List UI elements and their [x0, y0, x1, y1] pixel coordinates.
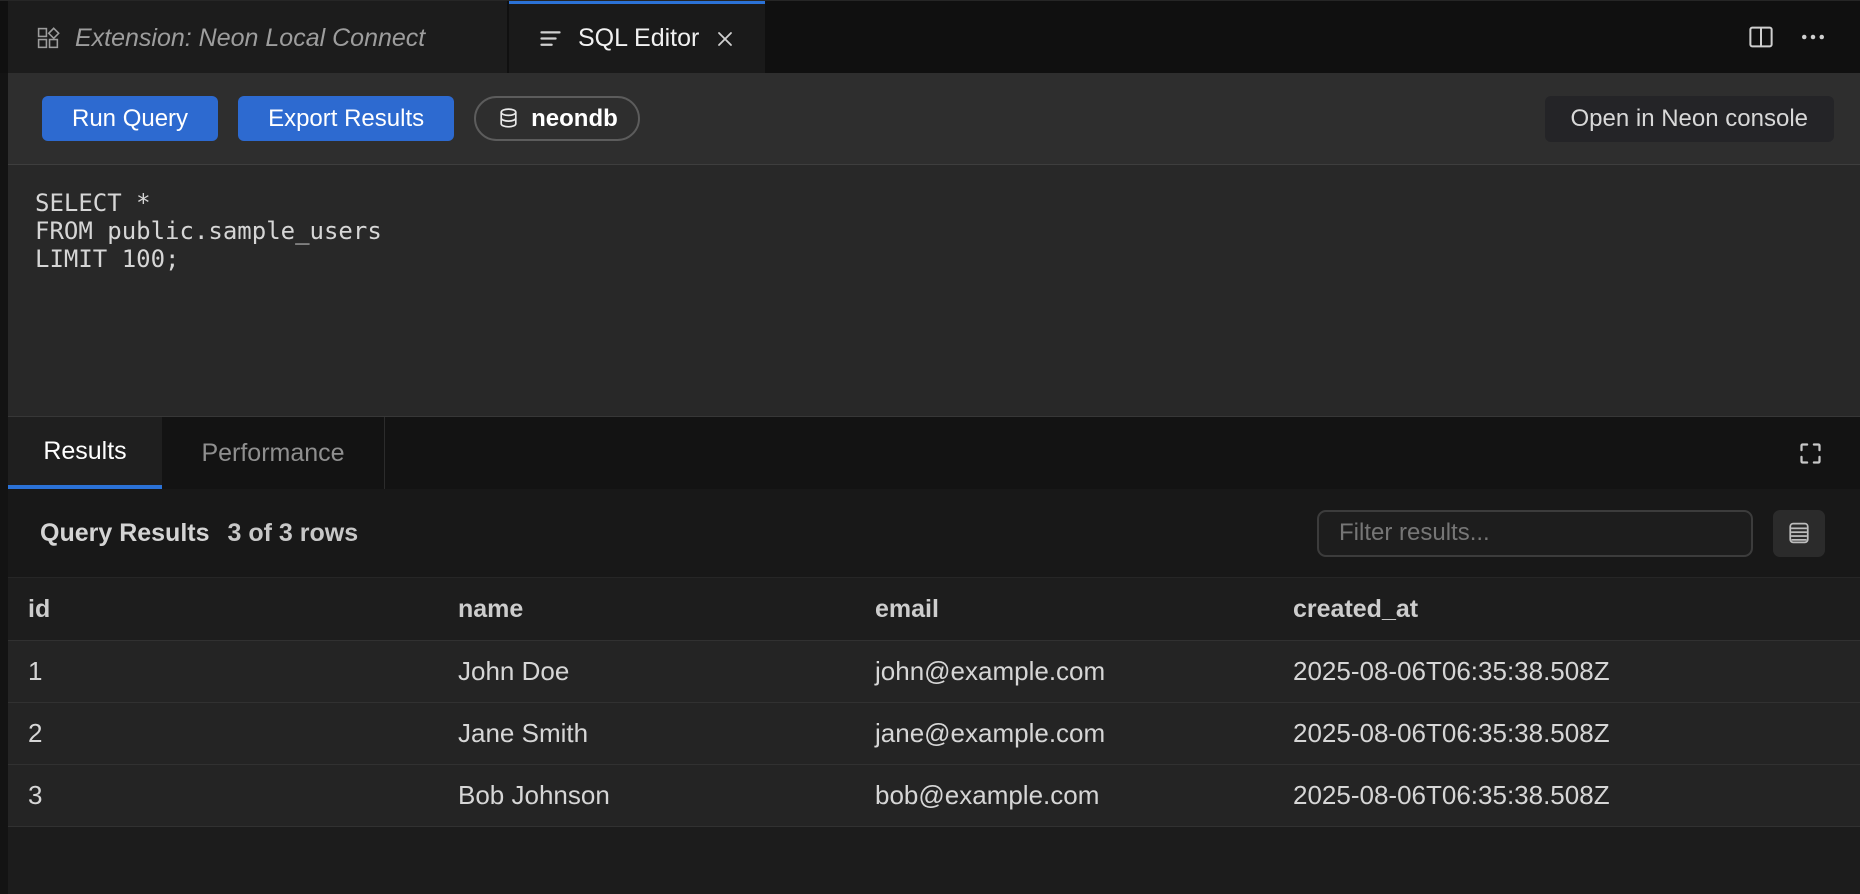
rows-view-icon	[1785, 519, 1813, 547]
column-header-id: id	[8, 595, 438, 624]
run-query-button[interactable]: Run Query	[42, 96, 218, 141]
column-header-name: name	[438, 595, 855, 624]
results-tab-bar-spacer	[385, 417, 1790, 489]
export-results-button[interactable]: Export Results	[238, 96, 454, 141]
database-name: neondb	[531, 105, 618, 133]
editor-group-actions	[1746, 1, 1860, 73]
tab-performance[interactable]: Performance	[162, 417, 385, 489]
table-header-row: id name email created_at	[8, 577, 1860, 641]
cell-email: bob@example.com	[855, 780, 1273, 811]
row-count-badge: 3 of 3 rows	[228, 519, 359, 548]
results-tab-bar: Results Performance	[8, 416, 1860, 489]
cell-id: 1	[8, 656, 438, 687]
sql-editor-window: Extension: Neon Local Connect SQL Editor	[0, 0, 1860, 894]
expand-icon[interactable]	[1790, 433, 1830, 473]
editor-tab-strip: Extension: Neon Local Connect SQL Editor	[0, 1, 1860, 73]
more-actions-icon[interactable]	[1798, 22, 1828, 52]
tab-label: SQL Editor	[578, 24, 699, 53]
tab-sql-editor[interactable]: SQL Editor	[509, 1, 765, 73]
cell-created-at: 2025-08-06T06:35:38.508Z	[1273, 656, 1860, 687]
column-header-email: email	[855, 595, 1273, 624]
query-toolbar: Run Query Export Results neondb Open in …	[8, 73, 1860, 164]
query-results-header: Query Results 3 of 3 rows	[8, 489, 1860, 577]
table-row[interactable]: 2 Jane Smith jane@example.com 2025-08-06…	[8, 703, 1860, 765]
cell-email: jane@example.com	[855, 718, 1273, 749]
tab-label: Extension: Neon Local Connect	[75, 24, 425, 53]
cell-created-at: 2025-08-06T06:35:38.508Z	[1273, 780, 1860, 811]
close-icon[interactable]	[713, 22, 737, 56]
table-row[interactable]: 1 John Doe john@example.com 2025-08-06T0…	[8, 641, 1860, 703]
cell-name: Jane Smith	[438, 718, 855, 749]
tab-extension-neon-local-connect[interactable]: Extension: Neon Local Connect	[8, 1, 507, 73]
split-editor-icon[interactable]	[1746, 22, 1776, 52]
results-table: id name email created_at 1 John Doe john…	[8, 577, 1860, 894]
extension-icon	[36, 26, 61, 51]
query-results-title: Query Results	[40, 519, 210, 548]
cell-id: 3	[8, 780, 438, 811]
cell-name: Bob Johnson	[438, 780, 855, 811]
cell-created-at: 2025-08-06T06:35:38.508Z	[1273, 718, 1860, 749]
list-icon	[537, 25, 564, 52]
view-toggle-button[interactable]	[1773, 510, 1825, 557]
open-neon-console-button[interactable]: Open in Neon console	[1545, 96, 1835, 142]
cell-name: John Doe	[438, 656, 855, 687]
sql-query-text: SELECT * FROM public.sample_users LIMIT …	[35, 189, 1833, 273]
database-icon	[496, 106, 521, 131]
tab-results[interactable]: Results	[8, 417, 162, 489]
database-badge[interactable]: neondb	[474, 96, 640, 141]
cell-email: john@example.com	[855, 656, 1273, 687]
filter-results-input[interactable]	[1317, 510, 1753, 557]
table-row[interactable]: 3 Bob Johnson bob@example.com 2025-08-06…	[8, 765, 1860, 827]
column-header-created-at: created_at	[1273, 595, 1860, 624]
cell-id: 2	[8, 718, 438, 749]
sql-editor-input[interactable]: SELECT * FROM public.sample_users LIMIT …	[8, 164, 1860, 416]
